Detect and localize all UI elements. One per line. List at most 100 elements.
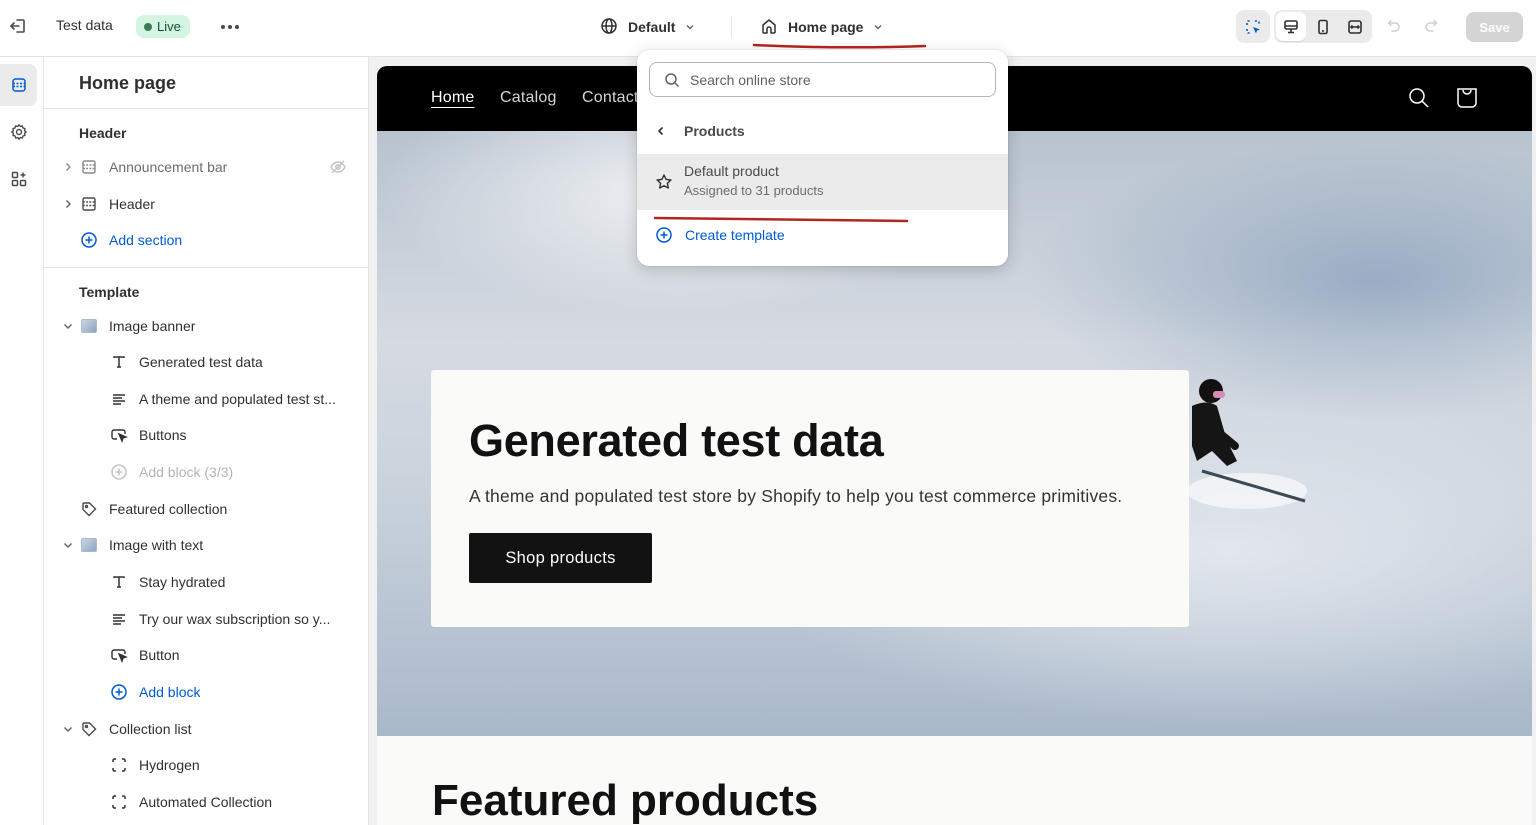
group-label-template: Template bbox=[79, 284, 140, 300]
rail-sections-button[interactable] bbox=[0, 64, 37, 106]
section-item-header[interactable]: Header bbox=[44, 188, 368, 220]
more-dot bbox=[235, 25, 239, 29]
sidebar-title: Home page bbox=[79, 73, 177, 93]
chevron-left-icon bbox=[657, 126, 664, 136]
snowboarder-image bbox=[1187, 379, 1307, 509]
search-icon bbox=[665, 72, 680, 87]
section-item-image-banner[interactable]: Image banner bbox=[44, 310, 368, 342]
annotation-underline bbox=[752, 43, 927, 49]
device-toggle-group bbox=[1274, 10, 1372, 43]
top-bar: Test data Live Default Home page Save bbox=[0, 0, 1536, 57]
block-item[interactable]: Try our wax subscription so y... bbox=[44, 603, 368, 635]
block-item[interactable]: Button bbox=[44, 639, 368, 671]
block-item[interactable]: Stay hydrated bbox=[44, 566, 368, 598]
rail-theme-settings-button[interactable] bbox=[0, 111, 37, 153]
chevron-down-icon[interactable] bbox=[62, 320, 74, 332]
more-dot bbox=[228, 25, 232, 29]
star-icon bbox=[656, 174, 672, 189]
add-block-label: Add block (3/3) bbox=[139, 464, 234, 480]
page-selector-popover: Products Default product Assigned to 31 … bbox=[637, 50, 1008, 266]
theme-selector[interactable]: Default bbox=[600, 14, 695, 40]
block-item[interactable]: Hydrogen bbox=[44, 749, 368, 781]
section-icon bbox=[80, 195, 98, 213]
add-block-button[interactable]: Add block bbox=[44, 676, 368, 708]
fullscreen-view-button[interactable] bbox=[1340, 12, 1370, 41]
block-label: Stay hydrated bbox=[139, 574, 226, 590]
inspector-icon bbox=[1246, 19, 1260, 34]
add-block-button-disabled[interactable]: Add block (3/3) bbox=[44, 456, 368, 488]
more-actions-button[interactable] bbox=[218, 17, 242, 37]
chevron-right-icon[interactable] bbox=[62, 161, 74, 173]
section-item-image-with-text[interactable]: Image with text bbox=[44, 529, 368, 561]
create-template-button[interactable]: Create template bbox=[655, 226, 785, 244]
plus-circle-icon bbox=[110, 463, 128, 481]
apps-add-icon bbox=[11, 171, 26, 187]
template-name: Default product bbox=[684, 163, 779, 179]
add-section-label: Add section bbox=[109, 232, 183, 248]
page-selector[interactable]: Home page bbox=[760, 14, 883, 40]
globe-icon bbox=[600, 17, 618, 38]
nav-link-contact[interactable]: Contact bbox=[582, 89, 639, 107]
sections-sidebar: Home page Header Announcement bar Header… bbox=[44, 57, 369, 825]
eye-hidden-icon[interactable] bbox=[329, 158, 347, 176]
chevron-down-icon[interactable] bbox=[62, 539, 74, 551]
exit-icon[interactable] bbox=[8, 16, 28, 36]
button-icon bbox=[110, 646, 128, 664]
block-label: Automated Collection bbox=[139, 794, 273, 810]
paragraph-icon bbox=[110, 390, 128, 408]
block-label: Generated test data bbox=[139, 354, 263, 370]
section-label: Image with text bbox=[109, 537, 204, 553]
add-block-label: Add block bbox=[139, 684, 201, 700]
featured-products-heading: Featured products bbox=[432, 776, 819, 825]
sections-icon bbox=[11, 78, 26, 92]
plus-circle-icon bbox=[656, 227, 672, 243]
desktop-view-button[interactable] bbox=[1276, 12, 1306, 41]
collection-icon bbox=[110, 756, 128, 774]
status-dot bbox=[144, 22, 152, 31]
redo-icon[interactable] bbox=[1423, 17, 1441, 35]
search-icon[interactable] bbox=[1407, 86, 1431, 110]
template-item-default-product[interactable]: Default product Assigned to 31 products bbox=[637, 154, 1008, 210]
annotation-underline bbox=[653, 216, 909, 223]
save-button[interactable]: Save bbox=[1466, 12, 1523, 42]
block-item[interactable]: Automated Collection bbox=[44, 786, 368, 818]
inspector-button[interactable] bbox=[1236, 10, 1270, 43]
paragraph-icon bbox=[110, 610, 128, 628]
cart-icon[interactable] bbox=[1455, 86, 1479, 110]
section-label: Announcement bar bbox=[109, 159, 228, 175]
chevron-down-icon[interactable] bbox=[62, 723, 74, 735]
add-section-button[interactable]: Add section bbox=[44, 224, 368, 256]
shop-products-button[interactable]: Shop products bbox=[469, 533, 652, 583]
nav-link-catalog[interactable]: Catalog bbox=[500, 89, 557, 107]
button-icon bbox=[110, 426, 128, 444]
section-item-announcement-bar[interactable]: Announcement bar bbox=[44, 151, 368, 183]
rail-apps-button[interactable] bbox=[0, 158, 37, 200]
section-item-collection-list[interactable]: Collection list bbox=[44, 713, 368, 745]
block-item[interactable]: Buttons bbox=[44, 419, 368, 451]
tag-icon bbox=[80, 720, 98, 738]
section-label: Image banner bbox=[109, 318, 196, 334]
back-to-categories-button[interactable]: Products bbox=[637, 115, 1008, 147]
image-thumbnail-icon bbox=[80, 317, 98, 335]
fullscreen-icon bbox=[1348, 19, 1362, 34]
section-item-featured-collection[interactable]: Featured collection bbox=[44, 493, 368, 525]
mobile-view-button[interactable] bbox=[1308, 12, 1338, 41]
status-label: Live bbox=[157, 19, 181, 34]
tag-icon bbox=[80, 500, 98, 518]
nav-link-home[interactable]: Home bbox=[431, 89, 474, 107]
search-field[interactable] bbox=[649, 62, 996, 97]
create-template-label: Create template bbox=[685, 227, 785, 243]
plus-circle-icon bbox=[80, 231, 98, 249]
block-item[interactable]: Generated test data bbox=[44, 346, 368, 378]
mobile-icon bbox=[1318, 19, 1328, 34]
block-label: A theme and populated test st... bbox=[139, 391, 336, 407]
more-horizontal-icon bbox=[221, 25, 225, 29]
block-item[interactable]: A theme and populated test st... bbox=[44, 383, 368, 415]
search-input[interactable] bbox=[690, 71, 970, 88]
chevron-right-icon[interactable] bbox=[62, 198, 74, 210]
desktop-icon bbox=[1284, 19, 1298, 33]
status-badge: Live bbox=[136, 15, 190, 38]
category-label: Products bbox=[684, 123, 745, 139]
block-label: Try our wax subscription so y... bbox=[139, 611, 331, 627]
undo-icon[interactable] bbox=[1384, 17, 1402, 35]
